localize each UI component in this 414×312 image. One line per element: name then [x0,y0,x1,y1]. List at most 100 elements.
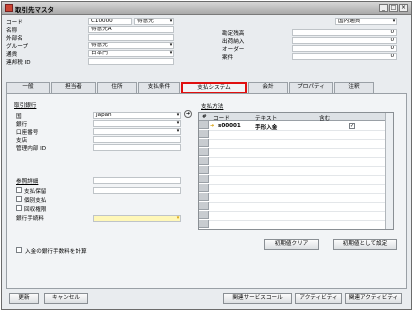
business-partner-window: 取引先マスタ _ □ × コード C10000 得意先 ▾ 名称 得意先A 外部… [1,1,412,310]
collection-auth-label: 回収権限 [24,207,47,213]
tab-properties[interactable]: プロパティ [289,82,333,93]
code-label: コード [6,20,23,26]
set-default-button[interactable]: 初期値として設定 [333,239,397,250]
chevron-down-icon[interactable]: ▾ [168,42,174,48]
country-label: 国 [16,114,22,120]
grid-line [209,157,385,158]
payment-methods-title: 支払方法 [201,104,224,110]
tab-accounting[interactable]: 会計 [248,82,288,93]
chevron-down-icon[interactable]: ▾ [391,18,397,24]
link-arrow-icon[interactable]: ➜ [210,123,214,129]
shipments-label: 出荷納入 [222,39,245,45]
row-selector[interactable] [199,130,209,138]
branch-input[interactable] [93,136,181,143]
foreign-name-label: 外部名 [6,36,23,42]
update-button[interactable]: 更新 [9,293,39,304]
single-payment-checkbox[interactable] [16,196,22,202]
row-selector[interactable] [199,175,209,183]
name-label: 名称 [6,28,18,34]
row-selector[interactable] [199,148,209,156]
opportunities-label: 案件 [222,55,234,61]
code-input[interactable]: C10000 [88,18,132,25]
col-hash: # [202,114,207,120]
bank-label: 銀行 [16,122,28,128]
link-arrow-icon[interactable]: ➜ [184,110,192,118]
reference-section-title: 参照詳細 [16,179,39,185]
row-include-checkbox[interactable]: ✓ [349,123,355,129]
tax-id-input[interactable] [88,58,174,65]
account-select[interactable] [93,128,181,135]
row-selector[interactable] [199,166,209,174]
local-currency-select[interactable]: 国内通貨 [335,18,397,25]
branch-label: 支店 [16,138,28,144]
grid-line [209,193,385,194]
payment-block-input[interactable] [93,187,181,194]
chevron-down-icon[interactable]: ▾ [175,128,181,134]
related-service-call-button[interactable]: 関連サービスコール [223,293,292,304]
name-input[interactable]: 得意先A [88,26,174,33]
payment-block-label: 支払保留 [24,189,47,195]
bank-select[interactable] [93,120,181,127]
control-id-label: 管理内部 ID [16,146,47,152]
related-activity-button[interactable]: 関連アクティビティ [345,293,402,304]
activity-button[interactable]: アクティビティ [295,293,342,304]
foreign-name-input[interactable] [88,34,174,41]
bank-section-title: 取引銀行 [14,103,37,109]
cancel-button[interactable]: キャンセル [44,293,88,304]
row-selector[interactable] [199,139,209,147]
payment-methods-grid: # コード テキスト 含む 1 ➜ s00001 手形入金 ✓ [198,112,394,230]
group-select[interactable]: 得意先 [88,42,174,49]
row-selector[interactable] [199,211,209,219]
include-charges-checkbox[interactable] [16,247,22,253]
grid-scrollbar[interactable] [385,113,393,229]
chevron-down-icon[interactable]: ▾ [168,50,174,56]
grid-line [209,166,385,167]
row-selector[interactable] [199,157,209,165]
shipments-value: 0 [292,37,397,44]
clear-default-button[interactable]: 初期値クリア [264,239,319,250]
control-id-input[interactable] [93,144,181,151]
grid-line [209,148,385,149]
tax-id-label: 連邦税 ID [6,60,31,66]
grid-line [209,130,385,131]
row-selector[interactable] [199,121,209,129]
account-label: 口座番号 [16,130,39,136]
tab-payment-terms[interactable]: 支払条件 [138,82,180,93]
minimize-button[interactable]: _ [379,4,388,12]
include-charges-label: 入金の銀行手数料を計算 [25,249,87,255]
chevron-down-icon[interactable]: ▾ [175,215,181,221]
row-code[interactable]: s00001 [218,123,241,129]
collection-auth-checkbox[interactable] [16,205,22,211]
balance-label: 勘定残高 [222,31,245,37]
payment-block-checkbox[interactable] [16,187,22,193]
row-selector[interactable] [199,202,209,210]
grid-header: # コード テキスト 含む [199,113,393,122]
chevron-down-icon[interactable]: ▾ [175,120,181,126]
maximize-button[interactable]: □ [389,4,398,12]
grid-line [209,175,385,176]
country-select[interactable]: Japan [93,112,181,119]
grid-line [209,184,385,185]
bank-charges-select[interactable] [93,215,181,222]
currency-select[interactable]: 日本円 [88,50,174,57]
currency-label: 通貨 [6,52,18,58]
row-selector[interactable] [199,220,209,228]
tab-contacts[interactable]: 担当者 [51,82,96,93]
tab-addresses[interactable]: 住所 [97,82,137,93]
row-selector[interactable] [199,184,209,192]
chevron-down-icon[interactable]: ▾ [175,112,181,118]
close-button[interactable]: × [399,4,408,12]
grid-line [209,202,385,203]
orders-label: オーダー [222,47,245,53]
tab-general[interactable]: 一般 [6,82,50,93]
row-selector[interactable] [199,193,209,201]
bank-charges-label: 銀行手続料 [16,216,44,222]
balance-value: 0 [292,29,397,36]
chevron-down-icon[interactable]: ▾ [168,18,174,24]
col-code: コード [213,116,230,122]
grid-line [209,139,385,140]
reference-input[interactable] [93,177,181,184]
grid-line [209,211,385,212]
grid-line [209,220,385,221]
tab-remarks[interactable]: 注釈 [334,82,374,93]
